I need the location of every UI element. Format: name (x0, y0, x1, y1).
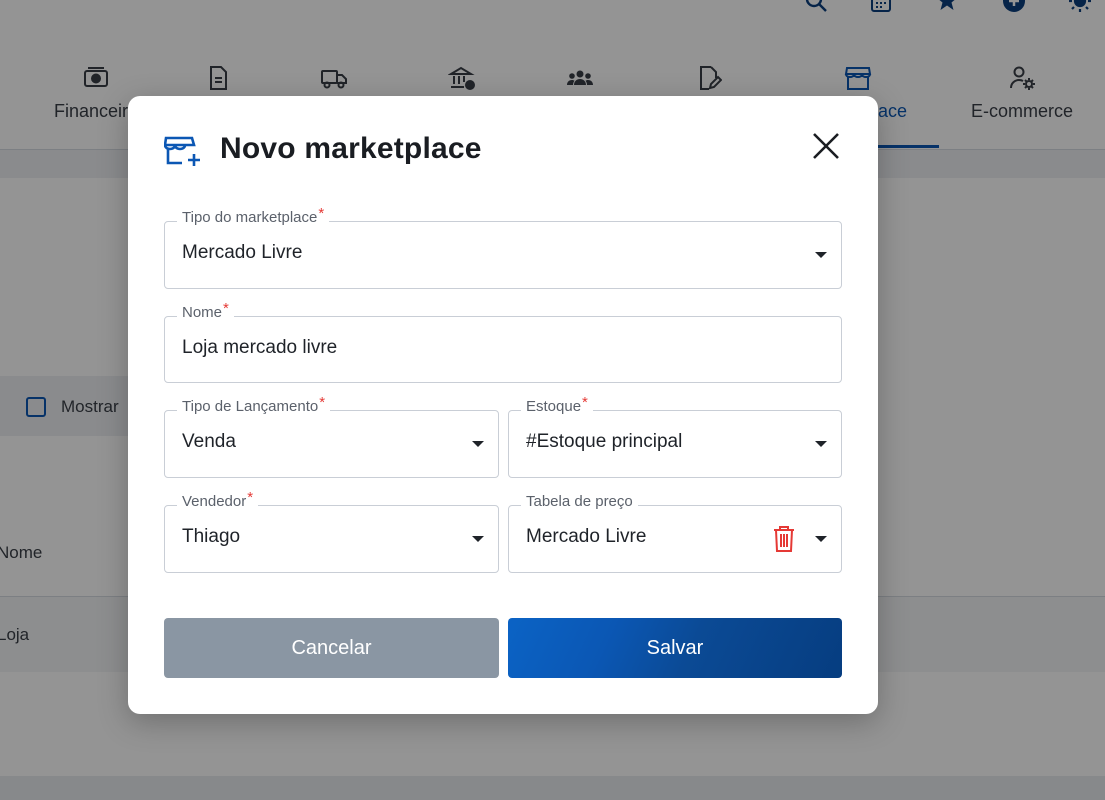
launch-type-select[interactable]: Tipo de Lançamento* Venda (164, 394, 499, 478)
field-value: Loja mercado livre (182, 337, 338, 358)
required-mark: * (318, 205, 325, 222)
required-mark: * (319, 394, 326, 411)
chevron-down-icon[interactable] (472, 536, 484, 542)
field-label: Tabela de preço (521, 493, 638, 510)
chevron-down-icon[interactable] (815, 252, 827, 258)
field-label: Tipo do marketplace* (177, 205, 330, 226)
required-mark: * (582, 394, 588, 411)
required-mark: * (223, 300, 229, 317)
chevron-down-icon[interactable] (472, 441, 484, 447)
field-value: Thiago (182, 526, 241, 547)
field-value: Mercado Livre (526, 526, 647, 547)
add-store-icon (163, 134, 202, 168)
marketplace-type-select[interactable]: Tipo do marketplace* Mercado Livre (164, 205, 842, 289)
dialog-title: Novo marketplace (220, 132, 482, 165)
stock-select[interactable]: Estoque* #Estoque principal (508, 394, 842, 478)
chevron-down-icon[interactable] (815, 441, 827, 447)
trash-icon[interactable] (773, 526, 795, 552)
field-label: Nome* (177, 300, 234, 321)
field-value: Venda (182, 431, 236, 452)
seller-select[interactable]: Vendedor* Thiago (164, 489, 499, 573)
field-label: Estoque* (521, 394, 593, 415)
required-mark: * (247, 489, 254, 506)
name-input[interactable]: Nome* Loja mercado livre (164, 300, 842, 383)
price-table-select[interactable]: Tabela de preço Mercado Livre (508, 493, 842, 573)
field-value: Mercado Livre (182, 242, 303, 263)
field-value: #Estoque principal (526, 431, 683, 452)
new-marketplace-dialog: Novo marketplace Tipo do marketplace* Me… (128, 96, 878, 714)
save-button[interactable]: Salvar (508, 618, 842, 678)
chevron-down-icon[interactable] (815, 536, 827, 542)
field-label: Vendedor* (177, 489, 259, 510)
field-label: Tipo de Lançamento* (177, 394, 331, 415)
close-icon (813, 133, 839, 159)
close-button[interactable] (810, 130, 842, 162)
cancel-button[interactable]: Cancelar (164, 618, 499, 678)
